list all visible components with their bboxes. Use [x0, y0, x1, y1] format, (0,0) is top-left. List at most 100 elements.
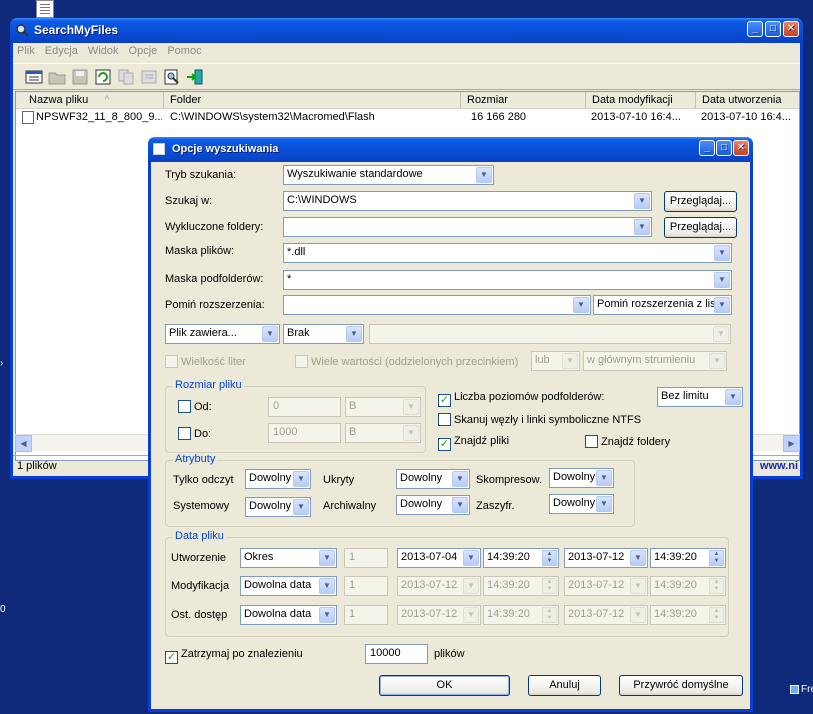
column-name[interactable]: Nazwa pliku ^: [16, 92, 164, 109]
accessed-from-date[interactable]: 2013-07-12 ▼: [397, 605, 481, 625]
minimize-button[interactable]: _: [747, 21, 763, 37]
skip-ext-label: Pomiń rozszerzenia:: [165, 299, 265, 311]
restore-defaults-button[interactable]: Przywróć domyślne: [619, 675, 743, 696]
menu-view[interactable]: Widok: [88, 45, 119, 57]
find-folders-checkbox[interactable]: Znajdź foldery: [585, 435, 670, 448]
refresh-icon[interactable]: [94, 68, 112, 86]
cancel-button[interactable]: Anuluj: [528, 675, 601, 696]
file-mask-label: Maska plików:: [165, 245, 235, 257]
subfolder-mask-label: Maska podfolderów:: [165, 273, 264, 285]
find-icon[interactable]: [163, 68, 181, 86]
find-files-checkbox[interactable]: ✓ Znajdź pliki: [438, 435, 509, 451]
multi-values-checkbox[interactable]: Wiele wartości (oddzielonych przecinkiem…: [295, 355, 518, 368]
dialog-maximize-button[interactable]: □: [716, 140, 732, 156]
scroll-right-icon[interactable]: ▶: [783, 435, 800, 452]
accessed-mode-select[interactable]: Dowolna data ▼: [240, 605, 337, 625]
subfolder-mask-combo[interactable]: * ▼: [283, 270, 732, 290]
size-from-unit[interactable]: B ▼: [345, 397, 421, 417]
chevron-down-icon: ▼: [463, 550, 479, 566]
case-sensitive-checkbox[interactable]: Wielkość liter: [165, 355, 246, 368]
chevron-down-icon: ▼: [713, 326, 729, 342]
created-n-input[interactable]: 1: [344, 548, 388, 568]
file-mask-combo[interactable]: *.dll ▼: [283, 243, 732, 263]
size-to-unit[interactable]: B ▼: [345, 423, 421, 443]
modified-from-date[interactable]: 2013-07-12 ▼: [397, 576, 481, 596]
column-created[interactable]: Data utworzenia: [696, 92, 799, 109]
close-button[interactable]: ✕: [783, 21, 799, 37]
scroll-left-icon[interactable]: ◀: [15, 435, 32, 452]
menu-file[interactable]: Plik: [17, 45, 35, 57]
taskbar-hint[interactable]: Fre: [790, 684, 813, 698]
exit-icon[interactable]: [186, 68, 204, 86]
excluded-combo[interactable]: ▼: [283, 217, 652, 237]
scan-nodes-checkbox[interactable]: Skanuj węzły i linki symboliczne NTFS: [438, 413, 641, 426]
logic-select[interactable]: lub ▼: [531, 351, 580, 371]
encrypted-select[interactable]: Dowolny ▼: [549, 494, 614, 514]
ok-button[interactable]: OK: [379, 675, 510, 696]
menu-options[interactable]: Opcje: [129, 45, 158, 57]
compressed-select[interactable]: Dowolny ▼: [549, 468, 614, 488]
modified-to-time[interactable]: 14:39:20 ▲ ▼: [650, 576, 726, 596]
modified-to-date[interactable]: 2013-07-12 ▼: [564, 576, 648, 596]
properties-icon[interactable]: [140, 68, 158, 86]
dialog-close-button[interactable]: ✕: [733, 140, 749, 156]
encrypted-label: Zaszyfr.: [476, 500, 515, 512]
accessed-n-input[interactable]: 1: [344, 605, 388, 625]
browse-excluded-button[interactable]: Przeglądaj...: [664, 217, 737, 238]
size-to-checkbox[interactable]: Do:: [178, 427, 211, 440]
search-options-icon[interactable]: [25, 68, 43, 86]
search-mode-select[interactable]: Wyszukiwanie standardowe ▼: [283, 165, 494, 185]
tray-icon: [790, 684, 799, 694]
created-from-time[interactable]: 14:39:20 ▲ ▼: [483, 548, 559, 568]
size-from-checkbox[interactable]: Od:: [178, 400, 212, 413]
system-select[interactable]: Dowolny ▼: [245, 497, 311, 517]
chevron-down-icon: ▼: [293, 471, 309, 487]
dialog-minimize-button[interactable]: _: [699, 140, 715, 156]
browse-search-in-button[interactable]: Przeglądaj...: [664, 191, 737, 212]
subfolder-levels-checkbox[interactable]: ✓ Liczba poziomów podfolderów:: [438, 391, 604, 407]
modified-from-time[interactable]: 14:39:20 ▲ ▼: [483, 576, 559, 596]
accessed-to-time[interactable]: 14:39:20 ▲ ▼: [650, 605, 726, 625]
main-titlebar[interactable]: SearchMyFiles _ □ ✕: [10, 18, 803, 43]
table-row[interactable]: NPSWF32_11_8_800_9... C:\WINDOWS\system3…: [16, 109, 799, 127]
created-label: Utworzenie: [171, 552, 227, 564]
desktop-edge-mark: 0: [0, 604, 6, 615]
skip-ext-mode-select[interactable]: Pomiń rozszerzenia z listy ▼: [593, 295, 732, 315]
column-folder[interactable]: Folder: [164, 92, 461, 109]
created-mode-select[interactable]: Okres ▼: [240, 548, 337, 568]
modified-n-input[interactable]: 1: [344, 576, 388, 596]
menu-help[interactable]: Pomoc: [167, 45, 201, 57]
stop-after-checkbox[interactable]: ✓ Zatrzymaj po znalezieniu: [165, 648, 303, 664]
contains-mode-select[interactable]: Plik zawiera... ▼: [165, 324, 280, 344]
accessed-to-date[interactable]: 2013-07-12 ▼: [564, 605, 648, 625]
size-from-input[interactable]: 0: [268, 397, 341, 417]
created-to-date[interactable]: 2013-07-12 ▼: [564, 548, 648, 568]
contains-value-combo[interactable]: ▼: [369, 324, 731, 344]
archive-select[interactable]: Dowolny ▼: [396, 495, 470, 515]
skip-ext-combo[interactable]: ▼: [283, 295, 591, 315]
status-url[interactable]: www.ni: [760, 460, 798, 472]
column-size[interactable]: Rozmiar: [461, 92, 586, 109]
chevron-down-icon: ▼: [562, 353, 578, 369]
accessed-from-time[interactable]: 14:39:20 ▲ ▼: [483, 605, 559, 625]
size-to-input[interactable]: 1000: [268, 423, 341, 443]
stream-select[interactable]: w głównym strumieniu ▼: [583, 351, 727, 371]
desktop-file-icon[interactable]: [36, 0, 54, 18]
open-folder-icon[interactable]: [48, 68, 66, 86]
created-to-time[interactable]: 14:39:20 ▲ ▼: [650, 548, 726, 568]
contains-type-select[interactable]: Brak ▼: [283, 324, 364, 344]
save-icon[interactable]: [71, 68, 89, 86]
subfolder-levels-select[interactable]: Bez limitu ▼: [657, 387, 743, 407]
chevron-down-icon: ▼: [634, 193, 650, 209]
search-in-combo[interactable]: C:\WINDOWS ▼: [283, 191, 652, 211]
copy-icon[interactable]: [117, 68, 135, 86]
stop-after-input[interactable]: 10000: [365, 644, 428, 664]
dialog-titlebar[interactable]: Opcje wyszukiwania _ □ ✕: [148, 137, 753, 162]
readonly-select[interactable]: Dowolny ▼: [245, 469, 311, 489]
created-from-date[interactable]: 2013-07-04 ▼: [397, 548, 481, 568]
menu-edit[interactable]: Edycja: [45, 45, 78, 57]
maximize-button[interactable]: □: [765, 21, 781, 37]
column-modified[interactable]: Data modyfikacji: [586, 92, 696, 109]
modified-mode-select[interactable]: Dowolna data ▼: [240, 576, 337, 596]
hidden-select[interactable]: Dowolny ▼: [396, 469, 470, 489]
